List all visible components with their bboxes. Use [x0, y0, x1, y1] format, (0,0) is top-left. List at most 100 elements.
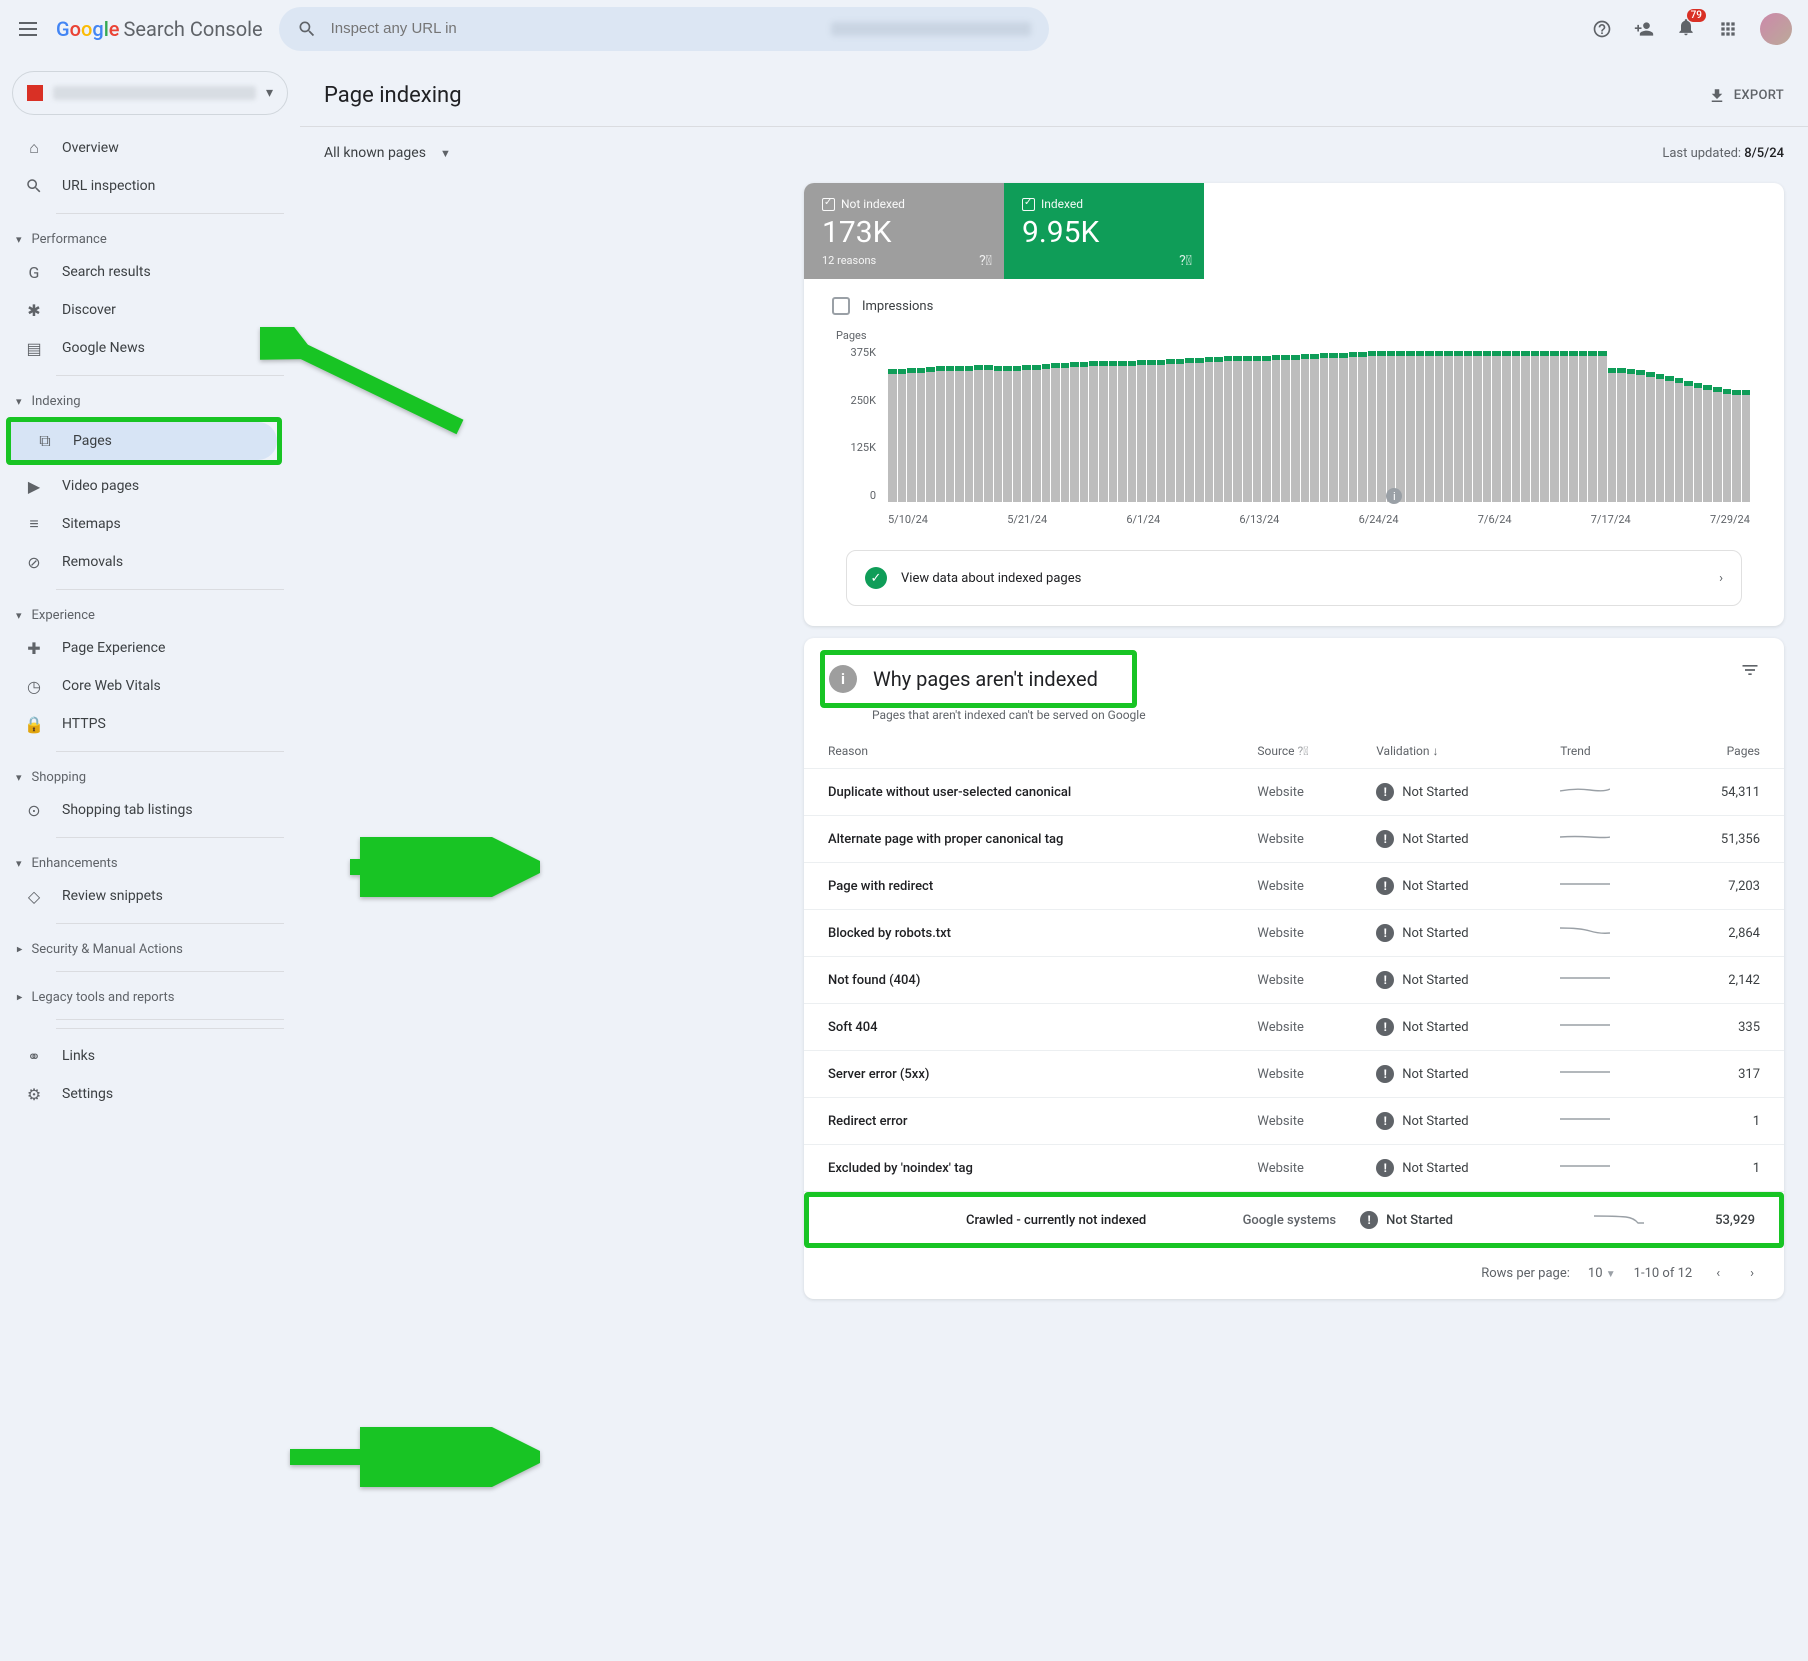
chart-bar[interactable] [1406, 356, 1415, 502]
chart-bar[interactable] [1339, 358, 1348, 502]
chart-bar[interactable] [955, 371, 964, 502]
chart-bar[interactable] [1646, 377, 1655, 502]
nav-https[interactable]: 🔒HTTPS [0, 705, 282, 743]
rows-per-page-select[interactable]: 10 ▼ [1588, 1266, 1616, 1281]
chart-bar[interactable] [1588, 356, 1597, 502]
users-icon[interactable] [1634, 19, 1654, 39]
chart-bar[interactable] [1435, 356, 1444, 502]
chart-bar[interactable] [1176, 364, 1185, 502]
nav-group-legacy-tools-and-reports[interactable]: ▾Legacy tools and reports [0, 980, 300, 1011]
chart-bar[interactable] [1684, 386, 1693, 502]
chart-bar[interactable] [1089, 366, 1098, 502]
chart-bar[interactable] [1128, 366, 1137, 502]
stat-tab-indexed[interactable]: Indexed 9.95K ?⃝ [1004, 183, 1204, 279]
chart-bar[interactable] [898, 374, 907, 502]
chart-bar[interactable] [1214, 362, 1223, 502]
apps-icon[interactable] [1718, 19, 1738, 39]
chart-bar[interactable] [1608, 373, 1617, 502]
chart-bar[interactable] [1243, 361, 1252, 502]
url-inspection-search[interactable] [279, 7, 1049, 51]
filter-icon[interactable] [1740, 660, 1760, 685]
chart-bar[interactable] [1416, 356, 1425, 502]
chart-bar[interactable] [1636, 375, 1645, 502]
table-row[interactable]: Crawled - currently not indexedGoogle sy… [809, 1197, 1779, 1243]
chart-bar[interactable] [1492, 356, 1501, 502]
nav-core-web-vitals[interactable]: ◷Core Web Vitals [0, 667, 282, 705]
chart-bar[interactable] [1195, 363, 1204, 502]
nav-review-snippets[interactable]: ◇Review snippets [0, 877, 282, 915]
chart-bar[interactable] [1022, 370, 1031, 502]
chart-bar[interactable] [1627, 374, 1636, 502]
chart-bar[interactable] [1358, 357, 1367, 502]
help-icon[interactable]: ?⃝ [1179, 253, 1192, 269]
product-logo[interactable]: Google Search Console [56, 17, 263, 41]
chart-bar[interactable] [1387, 356, 1396, 502]
chart-bar[interactable] [1262, 361, 1271, 502]
chart-bar[interactable] [1137, 365, 1146, 502]
table-row[interactable]: Blocked by robots.txtWebsite!Not Started… [804, 910, 1784, 957]
chart-bar[interactable] [1540, 356, 1549, 502]
chart-bar[interactable] [1454, 356, 1463, 502]
nav-url-inspection[interactable]: URL inspection [0, 167, 282, 205]
chart-bar[interactable] [1377, 356, 1386, 502]
view-indexed-pages-button[interactable]: ✓ View data about indexed pages › [846, 550, 1742, 606]
chart-bar[interactable] [1032, 370, 1041, 502]
nav-pages[interactable]: ⧉Pages [11, 422, 277, 460]
property-selector[interactable]: ▾ [12, 71, 288, 115]
export-button[interactable]: EXPORT [1708, 87, 1784, 105]
chart-bar[interactable] [1205, 362, 1214, 502]
chart-bar[interactable] [965, 371, 974, 502]
chart-bar[interactable] [1013, 371, 1022, 502]
nav-removals[interactable]: ⊘Removals [0, 543, 282, 581]
page-filter-dropdown[interactable]: All known pages ▼ [324, 145, 451, 161]
chart-bar[interactable] [1320, 358, 1329, 502]
chart-bar[interactable] [1061, 368, 1070, 502]
table-row[interactable]: Alternate page with proper canonical tag… [804, 816, 1784, 863]
chart-bar[interactable] [1396, 356, 1405, 502]
chart-bar[interactable] [917, 373, 926, 502]
chart-bar[interactable] [1598, 356, 1607, 502]
col-reason[interactable]: Reason [804, 730, 1245, 769]
chart-bar[interactable] [1185, 363, 1194, 502]
chart-bar[interactable] [1473, 356, 1482, 502]
nav-group-security-manual-actions[interactable]: ▾Security & Manual Actions [0, 932, 300, 963]
chart-bar[interactable] [1224, 361, 1233, 502]
impressions-toggle[interactable]: Impressions [828, 279, 1760, 321]
nav-group-indexing[interactable]: ▾Indexing [0, 384, 300, 415]
chart-bar[interactable] [1109, 366, 1118, 502]
chart-bar[interactable] [1349, 357, 1358, 502]
nav-group-performance[interactable]: ▾Performance [0, 222, 300, 253]
chart-bar[interactable] [1675, 383, 1684, 502]
chart-bar[interactable] [907, 373, 916, 502]
chart-bar[interactable] [1617, 373, 1626, 502]
chart-bar[interactable] [1272, 360, 1281, 502]
chart-bar[interactable] [1042, 369, 1051, 502]
help-icon[interactable] [1592, 19, 1612, 39]
chart-bar[interactable] [1099, 366, 1108, 502]
chart-bar[interactable] [946, 371, 955, 502]
chart-bar[interactable] [1694, 388, 1703, 502]
nav-discover[interactable]: ✱Discover [0, 291, 282, 329]
nav-group-enhancements[interactable]: ▾Enhancements [0, 846, 300, 877]
chart-bar[interactable] [1732, 395, 1741, 502]
chart-bar[interactable] [994, 371, 1003, 502]
chart-bar[interactable] [1521, 356, 1530, 502]
chart-bar[interactable] [888, 374, 897, 502]
chart-bar[interactable] [1166, 364, 1175, 502]
chart-bar[interactable] [1051, 368, 1060, 502]
chart-bar[interactable] [926, 372, 935, 502]
chart-bar[interactable] [1502, 356, 1511, 502]
account-avatar[interactable] [1760, 13, 1792, 45]
chart-bar[interactable] [1569, 356, 1578, 502]
chart-bar[interactable] [1310, 359, 1319, 502]
chart-bar[interactable] [1656, 379, 1665, 502]
col-pages[interactable]: Pages [1665, 730, 1784, 769]
chart-bar[interactable] [1301, 359, 1310, 502]
chart-bar[interactable] [1483, 356, 1492, 502]
table-row[interactable]: Not found (404)Website!Not Started2,142 [804, 957, 1784, 1004]
nav-group-shopping[interactable]: ▾Shopping [0, 760, 300, 791]
chart-bar[interactable] [984, 370, 993, 502]
chart-bar[interactable] [1233, 361, 1242, 502]
chart-bar[interactable] [1425, 356, 1434, 502]
chart-bar[interactable] [1464, 356, 1473, 502]
